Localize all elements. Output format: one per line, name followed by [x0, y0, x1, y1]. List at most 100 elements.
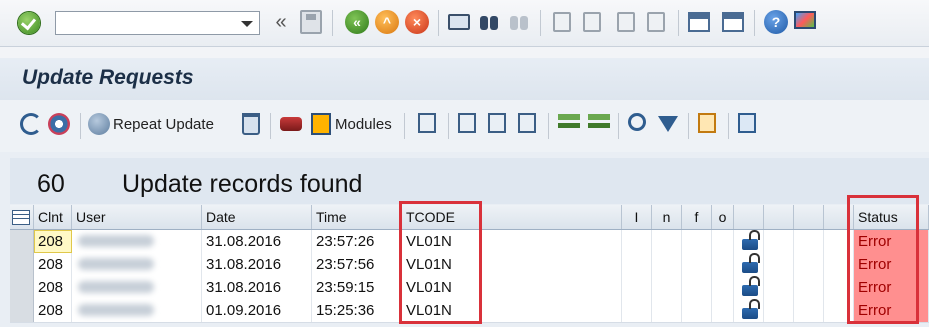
empty-cell: [764, 299, 794, 322]
table-row[interactable]: 208 31.08.2016 23:57:56 VL01N Error: [10, 253, 929, 277]
tcode-cell[interactable]: VL01N: [402, 276, 622, 299]
sort-descending-icon[interactable]: [588, 114, 610, 134]
table-row[interactable]: 208 31.08.2016 23:57:26 VL01N Error: [10, 230, 929, 254]
repeat-update-label: Repeat Update: [113, 116, 214, 133]
cancel-icon[interactable]: ×: [405, 10, 429, 34]
debug-icon[interactable]: [280, 117, 302, 131]
export-icon[interactable]: [738, 113, 756, 133]
user-cell[interactable]: [72, 276, 202, 299]
user-cell[interactable]: [72, 299, 202, 322]
customize-layout-icon[interactable]: [794, 11, 816, 29]
flag-o-cell: [712, 276, 734, 299]
help-icon[interactable]: ?: [764, 10, 788, 34]
toolbar-separator: [270, 113, 271, 139]
lock-cell[interactable]: [734, 253, 764, 276]
enter-check-icon[interactable]: [18, 12, 40, 34]
back-icon[interactable]: «: [345, 10, 369, 34]
date-cell[interactable]: 31.08.2016: [202, 253, 312, 276]
column-settings-icon: [12, 210, 30, 225]
tcode-cell[interactable]: VL01N: [402, 299, 622, 322]
lock-cell[interactable]: [734, 299, 764, 322]
deselect-all-icon[interactable]: [518, 113, 536, 133]
date-cell[interactable]: 31.08.2016: [202, 230, 312, 253]
time-cell[interactable]: 15:25:36: [312, 299, 402, 322]
copy-icon[interactable]: [698, 113, 716, 133]
sort-ascending-icon[interactable]: [558, 114, 580, 134]
refresh-icon[interactable]: [20, 113, 42, 135]
unlocked-lock-icon: [742, 276, 760, 296]
command-field[interactable]: [55, 11, 260, 35]
user-cell[interactable]: [72, 230, 202, 253]
flag-f-cell: [682, 276, 712, 299]
select-all-icon[interactable]: [458, 113, 476, 133]
client-cell[interactable]: 208: [34, 276, 72, 299]
flag-o-cell: [712, 230, 734, 253]
shortcut-icon[interactable]: [722, 12, 744, 32]
column-header-clnt[interactable]: Clnt: [34, 205, 72, 229]
date-cell[interactable]: 31.08.2016: [202, 276, 312, 299]
save-icon[interactable]: [300, 10, 322, 34]
application-toolbar: Repeat Update Modules: [0, 100, 929, 153]
status-cell[interactable]: Error: [854, 276, 929, 299]
column-header-date[interactable]: Date: [202, 205, 312, 229]
flag-n-cell: [652, 299, 682, 322]
find-icon[interactable]: [478, 10, 500, 34]
update-requests-table: Clnt User Date Time TCODE I n f o Status…: [10, 195, 929, 327]
client-cell[interactable]: 208: [34, 299, 72, 322]
column-header-time[interactable]: Time: [312, 205, 402, 229]
column-header-i[interactable]: I: [622, 205, 652, 229]
collapse-arrows-icon[interactable]: «: [270, 10, 292, 34]
user-cell[interactable]: [72, 253, 202, 276]
chevron-down-icon[interactable]: [241, 21, 253, 27]
column-header-status[interactable]: Status: [854, 205, 929, 229]
time-cell[interactable]: 23:59:15: [312, 276, 402, 299]
row-selector[interactable]: [10, 253, 34, 276]
toolbar-separator: [332, 10, 333, 36]
column-header-o[interactable]: o: [712, 205, 734, 229]
tcode-cell[interactable]: VL01N: [402, 230, 622, 253]
empty-cell: [764, 276, 794, 299]
toolbar-separator: [404, 113, 405, 139]
table-row[interactable]: 208 01.09.2016 15:25:36 VL01N Error: [10, 299, 929, 323]
table-row[interactable]: 208 31.08.2016 23:59:15 VL01N Error: [10, 276, 929, 300]
previous-page-icon: [583, 12, 601, 32]
status-cell[interactable]: Error: [854, 299, 929, 322]
empty-cell: [794, 276, 824, 299]
select-block-icon[interactable]: [488, 113, 506, 133]
column-header-tcode[interactable]: TCODE: [402, 205, 622, 229]
tcode-cell[interactable]: VL01N: [402, 253, 622, 276]
column-header-lock[interactable]: [734, 205, 764, 229]
filter-icon[interactable]: [658, 116, 678, 132]
new-session-icon[interactable]: [688, 12, 710, 32]
toolbar-separator: [448, 113, 449, 139]
redacted-user: [78, 258, 154, 270]
redacted-user: [78, 235, 154, 247]
status-cell[interactable]: Error: [854, 253, 929, 276]
column-header-n[interactable]: n: [652, 205, 682, 229]
next-page-icon: [617, 12, 635, 32]
exit-icon[interactable]: ^: [375, 10, 399, 34]
lock-cell[interactable]: [734, 230, 764, 253]
time-cell[interactable]: 23:57:26: [312, 230, 402, 253]
find-icon[interactable]: [628, 113, 646, 131]
row-selector[interactable]: [10, 230, 34, 253]
lock-cell[interactable]: [734, 276, 764, 299]
settings-icon[interactable]: [48, 113, 70, 135]
empty-cell: [794, 299, 824, 322]
modules-label: Modules: [335, 116, 392, 133]
client-cell[interactable]: 208: [34, 253, 72, 276]
empty-cell: [824, 299, 854, 322]
row-selector[interactable]: [10, 276, 34, 299]
status-cell[interactable]: Error: [854, 230, 929, 253]
column-settings-button[interactable]: [10, 205, 34, 229]
time-cell[interactable]: 23:57:56: [312, 253, 402, 276]
flag-o-cell: [712, 299, 734, 322]
row-selector[interactable]: [10, 299, 34, 322]
print-icon[interactable]: [448, 14, 470, 30]
date-cell[interactable]: 01.09.2016: [202, 299, 312, 322]
client-cell[interactable]: 208: [34, 230, 72, 253]
delete-icon[interactable]: [242, 113, 260, 135]
column-header-f[interactable]: f: [682, 205, 712, 229]
column-header-user[interactable]: User: [72, 205, 202, 229]
display-detail-icon[interactable]: [418, 113, 436, 133]
